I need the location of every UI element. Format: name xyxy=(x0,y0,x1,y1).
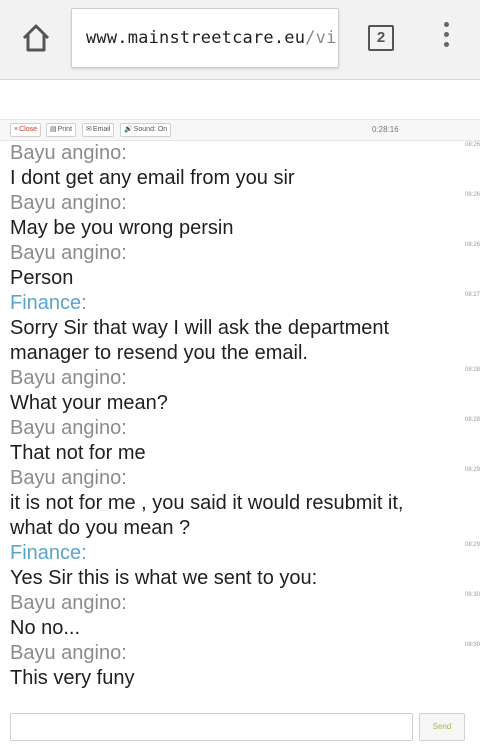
chat-transcript[interactable]: Bayu angino: I dont get any email from yo… xyxy=(0,141,480,706)
url-host: www.mainstreetcare.eu xyxy=(86,28,306,48)
chat-toolbar: ×Close ▤Print ✉Email 🔊Sound: On 0:28:16 xyxy=(0,119,480,141)
message-timestamp: 08:30 xyxy=(464,592,480,598)
sound-label: Sound: On xyxy=(133,126,168,133)
message-text: Yes Sir this is what we sent to you: xyxy=(10,567,318,589)
message-text: This very funy xyxy=(10,667,135,689)
chat-message: Bayu angino: That not for me 08:28 xyxy=(0,416,480,466)
message-sender: Bayu angino: xyxy=(10,642,127,664)
email-label: Email xyxy=(92,126,111,133)
message-timestamp: 08:28 xyxy=(464,417,480,423)
chat-message: Finance: Sorry Sir that way I will ask th… xyxy=(0,291,480,366)
chat-message: Bayu angino: it is not for me , you said … xyxy=(0,466,480,541)
print-label: Print xyxy=(57,126,73,133)
message-text: it is not for me , you said it would res… xyxy=(10,492,404,539)
chat-message: Bayu angino: Person 08:26 xyxy=(0,241,480,291)
close-button[interactable]: ×Close xyxy=(10,123,41,137)
envelope-icon: ✉ xyxy=(86,126,92,133)
chat-message: Bayu angino: This very funy 08:30 xyxy=(0,641,480,691)
message-text: Person xyxy=(10,267,74,289)
message-text: May be you wrong persin xyxy=(10,217,234,239)
speaker-icon: 🔊 xyxy=(124,126,133,133)
message-timestamp: 08:27 xyxy=(464,292,480,298)
printer-icon: ▤ xyxy=(50,126,57,133)
close-label: Close xyxy=(19,126,37,133)
message-timestamp: 08:26 xyxy=(464,242,480,248)
message-text: Sorry Sir that way I will ask the depart… xyxy=(10,317,390,364)
message-timestamp: 08:29 xyxy=(464,467,480,473)
browser-toolbar: www.mainstreetcare.eu/visi 2 xyxy=(0,0,480,80)
print-button[interactable]: ▤Print xyxy=(46,123,77,137)
message-sender: Bayu angino: xyxy=(10,367,127,389)
message-sender: Bayu angino: xyxy=(10,242,127,264)
url-path: /visi xyxy=(305,28,338,48)
message-sender: Bayu angino: xyxy=(10,467,127,489)
message-timestamp: 08:29 xyxy=(464,542,480,548)
message-sender: Bayu angino: xyxy=(10,592,127,614)
message-sender: Bayu angino: xyxy=(10,142,127,164)
chat-message: Bayu angino: What your mean? 08:28 xyxy=(0,366,480,416)
message-sender: Bayu angino: xyxy=(10,417,127,439)
chat-message: Bayu angino: No no... 08:30 xyxy=(0,591,480,641)
email-button[interactable]: ✉Email xyxy=(82,123,115,137)
chat-input-area: Send xyxy=(0,707,480,744)
chat-message: Bayu angino: May be you wrong persin 08:26 xyxy=(0,191,480,241)
message-text: I dont get any email from you sir xyxy=(10,167,295,189)
overflow-menu-icon[interactable] xyxy=(436,22,456,54)
message-text: What your mean? xyxy=(10,392,168,414)
chat-message: Finance: Yes Sir this is what we sent to … xyxy=(0,541,480,591)
url-bar[interactable]: www.mainstreetcare.eu/visi xyxy=(71,8,339,68)
chat-timer: 0:28:16 xyxy=(372,125,399,134)
close-icon: × xyxy=(14,126,19,133)
chat-message: Bayu angino: I dont get any email from yo… xyxy=(0,141,480,191)
message-input[interactable] xyxy=(10,713,413,741)
message-text: No no... xyxy=(10,617,81,639)
message-sender: Bayu angino: xyxy=(10,192,127,214)
message-timestamp: 08:30 xyxy=(464,642,480,648)
sound-toggle-button[interactable]: 🔊Sound: On xyxy=(120,123,172,137)
message-timestamp: 08:26 xyxy=(464,192,480,198)
send-button[interactable]: Send xyxy=(419,713,465,741)
message-timestamp: 08:28 xyxy=(464,367,480,373)
home-icon[interactable] xyxy=(16,18,56,58)
message-timestamp: 08:26 xyxy=(464,142,480,148)
message-sender: Finance: xyxy=(10,542,87,564)
message-text: That not for me xyxy=(10,442,146,464)
message-sender: Finance: xyxy=(10,292,87,314)
tab-switcher-button[interactable]: 2 xyxy=(368,25,394,51)
